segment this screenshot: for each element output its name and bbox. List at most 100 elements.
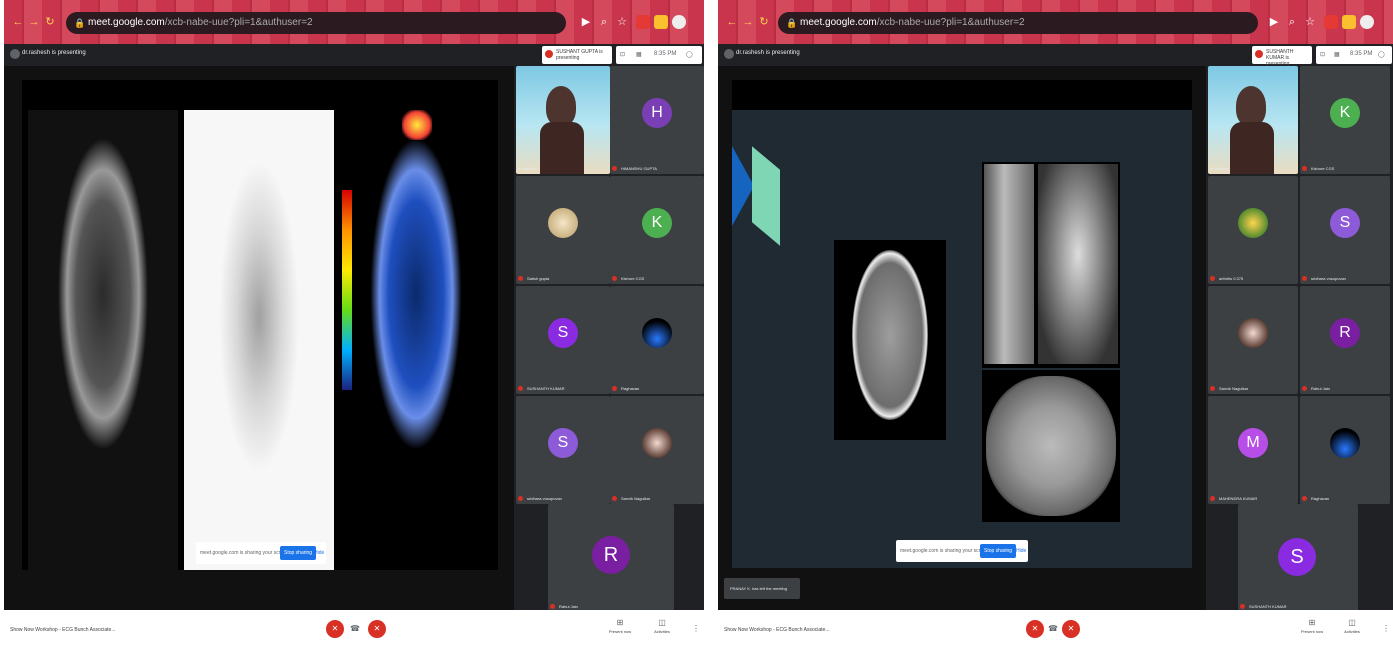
profile-avatar[interactable] [1360,15,1374,29]
participant-tile-video[interactable]: dr rashesh [516,66,610,174]
extension-icon[interactable] [654,15,668,29]
notification-avatar [545,50,553,58]
meeting-details[interactable]: Show Now Workshop - ECG Bunch Associate.… [10,627,116,633]
participant-tile[interactable]: M MAHENDRA KUMAR [1208,396,1298,504]
participant-tile[interactable]: Raghavan [1300,396,1390,504]
slide-accent-blue [732,146,754,226]
participant-name: sridhara vusupuvan [527,495,562,501]
url-path: /xcb-nabe-uue?pli=1&authuser=2 [164,17,313,28]
participant-tile[interactable]: S SUSHANTH KUMAR [1238,504,1358,612]
participant-tile-video[interactable]: dr rashesh [1208,66,1298,174]
hangup-icon[interactable]: ☎ [1048,624,1058,633]
participant-avatar: S [1330,208,1360,238]
uptake-hotspot [402,110,432,140]
cast-icon[interactable]: ▶ [580,16,592,28]
participant-tile[interactable]: S sridhara vusupuvan [1300,176,1390,284]
back-icon[interactable]: ← [12,16,24,28]
avatar-icon[interactable]: ◯ [1378,51,1385,58]
screen-share-bar: meet.google.com is sharing your screen. … [896,540,1028,562]
meet-window-right: ← → ↻ 🔒 meet.google.com/xcb-nabe-uue?pli… [718,0,1393,650]
participant-tile[interactable]: R Rahul Jain [1300,286,1390,394]
cast-icon[interactable]: ▶ [1268,16,1280,28]
mic-off-button[interactable]: ✕ [1026,620,1044,638]
forward-icon[interactable]: → [28,16,40,28]
participant-avatar: S [548,318,578,348]
forward-icon[interactable]: → [742,16,754,28]
mic-off-icon [612,386,617,391]
hangup-icon[interactable]: ☎ [350,624,360,633]
hide-button[interactable]: Hide [1016,548,1026,554]
meet-header: dr.rashesh is presenting SUSHANT GUPTA i… [4,44,704,66]
participant-avatar: K [1330,98,1360,128]
participant-tile[interactable]: Satish gupta [516,176,610,284]
extension-icon[interactable] [636,15,650,29]
participant-name: dr rashesh [518,166,537,171]
ct-brain-frame [834,240,946,440]
present-now-button[interactable]: ⊞ Present now [602,618,638,634]
present-now-button[interactable]: ⊞ Present now [1294,618,1330,634]
address-bar[interactable]: 🔒 meet.google.com/xcb-nabe-uue?pli=1&aut… [66,12,566,34]
back-icon[interactable]: ← [726,16,738,28]
stop-sharing-button[interactable]: Stop sharing [980,544,1017,558]
mic-off-icon [1302,386,1307,391]
participant-video-body [1230,122,1274,174]
reload-icon[interactable]: ↻ [44,16,56,28]
layout-icon[interactable]: ▦ [1334,51,1340,58]
participant-tile[interactable]: S sridhara vusupuvan [516,396,610,504]
pin-icon[interactable]: ⊡ [620,51,625,58]
participant-name: Raghavan [621,385,640,391]
mic-off-icon [518,496,523,501]
more-options-icon[interactable]: ⋮ [1382,624,1390,633]
participant-photo [1238,318,1268,348]
address-bar[interactable]: 🔒 meet.google.com/xcb-nabe-uue?pli=1&aut… [778,12,1258,34]
lock-icon: 🔒 [786,18,798,28]
participant-name: MAHENDRA KUMAR [1219,495,1258,501]
participant-tile[interactable]: Sanvik Nagulkar [1208,286,1298,394]
participant-tile[interactable]: arthritis 0.375 [1208,176,1298,284]
hide-button[interactable]: Hide [314,550,324,556]
camera-off-button[interactable]: ✕ [368,620,386,638]
present-icon: ⊞ [1308,618,1316,627]
activities-button[interactable]: ◫ Activities [1334,618,1370,634]
share-message: meet.google.com is sharing your screen. [200,550,291,556]
profile-avatar[interactable] [672,15,686,29]
pin-icon[interactable]: ⊡ [1320,51,1325,58]
participant-video-body [540,122,584,174]
pet-mip-image [184,110,334,570]
participant-tile[interactable]: Raghavan [610,286,704,394]
participant-name: SUSHANTH KUMAR [1249,603,1287,609]
share-message: meet.google.com is sharing your screen. [900,548,991,554]
stop-sharing-button[interactable]: Stop sharing [280,546,317,560]
mic-off-button[interactable]: ✕ [326,620,344,638]
participant-avatar: S [548,428,578,458]
participant-tile[interactable]: S SUSHANTH KUMAR [516,286,610,394]
pet-ct-fused-image [340,110,492,570]
participant-tile[interactable]: R Rahul Jain [548,504,674,612]
participant-video [1236,86,1266,126]
search-icon[interactable]: ⌕ [1286,16,1298,28]
presentation-stage: meet.google.com is sharing your screen. … [4,66,514,612]
participant-tile[interactable]: K Kishore CGS [610,176,704,284]
meeting-details[interactable]: Show Now Workshop - ECG Bunch Associate.… [724,627,830,633]
participant-tile[interactable]: H HIMANSHU GUPTA [610,66,704,174]
participant-name: HIMANSHU GUPTA [621,165,657,171]
shared-slide [732,110,1192,568]
star-icon[interactable]: ☆ [616,16,628,28]
mic-off-icon [1302,496,1307,501]
reload-icon[interactable]: ↻ [758,16,770,28]
avatar-icon[interactable]: ◯ [686,51,693,58]
participant-photo [1238,208,1268,238]
extension-icon[interactable] [1324,15,1338,29]
more-options-icon[interactable]: ⋮ [692,624,700,633]
participant-tile[interactable]: K Kishore CGS [1300,66,1390,174]
layout-icon[interactable]: ▦ [636,51,642,58]
presenter-label: dr.rashesh is presenting [736,50,800,56]
camera-off-button[interactable]: ✕ [1062,620,1080,638]
search-icon[interactable]: ⌕ [598,16,610,28]
extension-icon[interactable] [1342,15,1356,29]
participant-tile[interactable]: Sanvik Nagulkar [610,396,704,504]
mic-off-icon [1302,276,1307,281]
star-icon[interactable]: ☆ [1304,16,1316,28]
participant-name: Raghavan [1311,495,1330,501]
activities-button[interactable]: ◫ Activities [644,618,680,634]
